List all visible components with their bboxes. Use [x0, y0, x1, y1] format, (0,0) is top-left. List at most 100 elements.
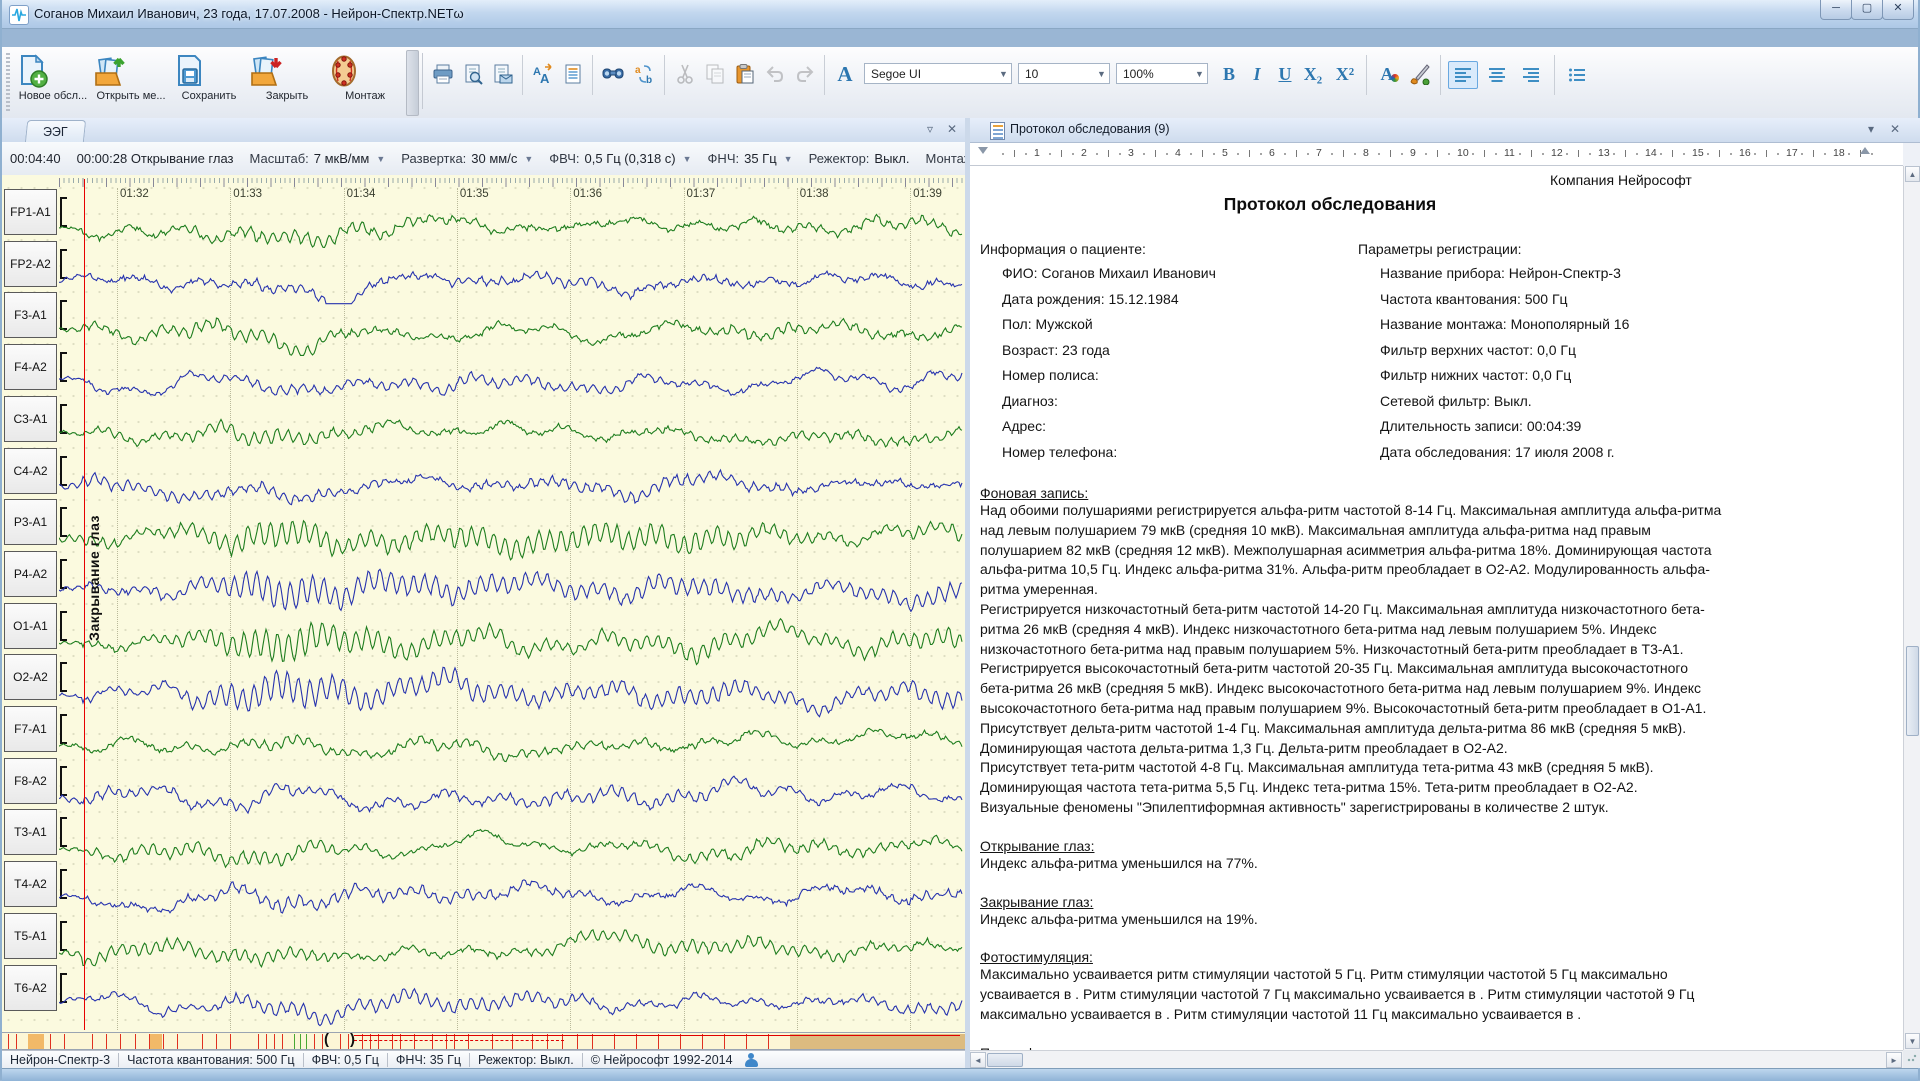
align-left-button[interactable]: [1448, 61, 1478, 89]
window-title: Соганов Михаил Иванович, 23 года, 17.07.…: [34, 6, 464, 21]
time-label: 01:34: [347, 188, 376, 200]
font-color-button[interactable]: A: [1374, 61, 1400, 87]
channel-label-T3-A1[interactable]: T3-A1: [4, 809, 57, 855]
svg-text:b: b: [646, 75, 652, 85]
minimize-button[interactable]: ─: [1820, 0, 1852, 20]
subscript-button[interactable]: X₂: [1300, 61, 1326, 87]
channel-label-C4-A2[interactable]: C4-A2: [4, 448, 57, 494]
channel-label-F8-A2[interactable]: F8-A2: [4, 758, 57, 804]
left-margin-marker[interactable]: [978, 147, 988, 154]
channel-label-P3-A1[interactable]: P3-A1: [4, 499, 57, 545]
superscript-button[interactable]: X²: [1332, 61, 1358, 87]
bullet-list-button[interactable]: [1562, 61, 1592, 89]
underline-button[interactable]: U: [1272, 61, 1298, 87]
trace-FP2-A2: [59, 271, 962, 304]
maximize-button[interactable]: ▢: [1851, 0, 1883, 20]
vertical-scrollbar[interactable]: ▲ ▼: [1903, 166, 1920, 1050]
eeg-chart[interactable]: 01:3201:3301:3401:3501:3601:3701:3801:39…: [2, 175, 965, 1032]
horizontal-scrollbar[interactable]: ◄ ►: [970, 1050, 1903, 1068]
svg-text:A: A: [540, 71, 550, 85]
highlight-brush-icon[interactable]: [1406, 61, 1432, 87]
toolbar-overflow-chevron[interactable]: [406, 50, 419, 116]
zoom-select[interactable]: 100%▼: [1116, 63, 1208, 84]
protocol-panel: Протокол обследования (9) ▾ ✕ 1234567891…: [970, 118, 1920, 1068]
trace-T5-A1: [59, 930, 962, 967]
record-navigator[interactable]: (): [2, 1032, 965, 1050]
view-window-bracket[interactable]: ): [350, 1032, 355, 1048]
page-setup-icon[interactable]: [490, 61, 516, 87]
channel-label-O1-A1[interactable]: O1-A1: [4, 603, 57, 649]
section-paragraph: Регистрируется низкочастотный бета-ритм …: [980, 600, 1722, 659]
vscroll-thumb[interactable]: [1906, 646, 1919, 736]
close-button[interactable]: ✕: [1882, 0, 1914, 20]
pin-panel-icon[interactable]: ▿: [927, 122, 933, 136]
align-right-button[interactable]: [1516, 61, 1546, 89]
channel-label-F7-A1[interactable]: F7-A1: [4, 706, 57, 752]
channel-label-F3-A1[interactable]: F3-A1: [4, 292, 57, 338]
hscroll-thumb[interactable]: [987, 1053, 1023, 1067]
bold-button[interactable]: B: [1216, 61, 1242, 87]
font-button[interactable]: A: [832, 61, 858, 87]
right-margin-marker[interactable]: [1860, 147, 1870, 154]
scroll-left-icon[interactable]: ◄: [970, 1052, 986, 1068]
find-icon[interactable]: [600, 61, 626, 87]
change-font-icon[interactable]: AA: [530, 61, 556, 87]
toolbar-grip[interactable]: [6, 53, 10, 111]
montage-label: Монтаж: [326, 90, 404, 102]
save-button[interactable]: Сохранить: [170, 50, 248, 114]
channel-label-T6-A2[interactable]: T6-A2: [4, 965, 57, 1011]
scroll-right-icon[interactable]: ►: [1886, 1052, 1902, 1068]
open-study-label: Открыть ме...: [92, 90, 170, 102]
print-icon[interactable]: [430, 61, 456, 87]
format-document-icon[interactable]: [560, 61, 586, 87]
redo-icon[interactable]: [792, 61, 818, 87]
resize-grip[interactable]: [1907, 1052, 1917, 1062]
section-paragraph: Визуальные феномены "Эпилептиформная акт…: [980, 798, 1722, 818]
print-preview-icon[interactable]: [460, 61, 486, 87]
close-panel-icon[interactable]: ✕: [947, 122, 957, 136]
document-page[interactable]: Компания Нейрософт Протокол обследования…: [970, 166, 1903, 1050]
align-center-button[interactable]: [1482, 61, 1512, 89]
channel-label-FP2-A2[interactable]: FP2-A2: [4, 241, 57, 287]
channel-label-T4-A2[interactable]: T4-A2: [4, 861, 57, 907]
patient-row-1: Дата рождения: 15.12.1984: [980, 287, 1358, 313]
channel-label-T5-A1[interactable]: T5-A1: [4, 913, 57, 959]
scroll-down-icon[interactable]: ▼: [1905, 1033, 1920, 1049]
undo-icon[interactable]: [762, 61, 788, 87]
channel-label-O2-A2[interactable]: O2-A2: [4, 654, 57, 700]
eeg-toolbar-segment-2[interactable]: Масштаб:7 мкВ/мм▼: [242, 151, 394, 166]
new-study-button[interactable]: Новое обсл...: [14, 50, 92, 114]
tab-eeg[interactable]: ЭЭГ: [25, 120, 86, 143]
channel-label-F4-A2[interactable]: F4-A2: [4, 344, 57, 390]
channel-label-C3-A1[interactable]: C3-A1: [4, 396, 57, 442]
paste-icon[interactable]: [732, 61, 758, 87]
channel-label-FP1-A1[interactable]: FP1-A1: [4, 189, 57, 235]
section-heading: Открывание глаз:: [980, 838, 1722, 854]
protocol-panel-header: Протокол обследования (9) ▾ ✕: [970, 118, 1920, 143]
trace-T3-A1: [59, 830, 962, 868]
montage-button[interactable]: Монтаж: [326, 50, 404, 114]
registration-row-0: Название прибора: Нейрон-Спектр-3: [1358, 261, 1629, 287]
view-window-bracket[interactable]: (: [324, 1032, 329, 1048]
section-paragraph: Присутствует дельта-ритм частотой 1-4 Гц…: [980, 719, 1722, 759]
close-study-button[interactable]: Закрыть: [248, 50, 326, 114]
eeg-toolbar-segment-4[interactable]: ФВЧ:0,5 Гц (0,318 с)▼: [541, 151, 699, 166]
font-name-select[interactable]: Segoe UI▼: [864, 63, 1012, 84]
dropdown-arrow-icon: ▼: [376, 154, 385, 164]
eeg-toolbar-segment-5[interactable]: ФНЧ:35 Гц▼: [700, 151, 801, 166]
font-size-select[interactable]: 10▼: [1018, 63, 1110, 84]
section-heading: Закрывание глаз:: [980, 894, 1722, 910]
replace-icon[interactable]: ab: [632, 61, 658, 87]
document-ruler[interactable]: 123456789101112131415161718: [970, 143, 1903, 166]
channel-label-P4-A2[interactable]: P4-A2: [4, 551, 57, 597]
scroll-up-icon[interactable]: ▲: [1905, 166, 1920, 182]
open-study-button[interactable]: Открыть ме...: [92, 50, 170, 114]
registration-header: Параметры регистрации:: [1358, 241, 1629, 257]
panel-menu-icon[interactable]: ▾: [1868, 122, 1874, 136]
italic-button[interactable]: I: [1244, 61, 1270, 87]
copy-icon[interactable]: [702, 61, 728, 87]
eeg-toolbar-segment-3[interactable]: Развертка:30 мм/с▼: [393, 151, 541, 166]
cut-icon[interactable]: [672, 61, 698, 87]
dropdown-arrow-icon: ▼: [524, 154, 533, 164]
close-protocol-icon[interactable]: ✕: [1890, 122, 1900, 136]
